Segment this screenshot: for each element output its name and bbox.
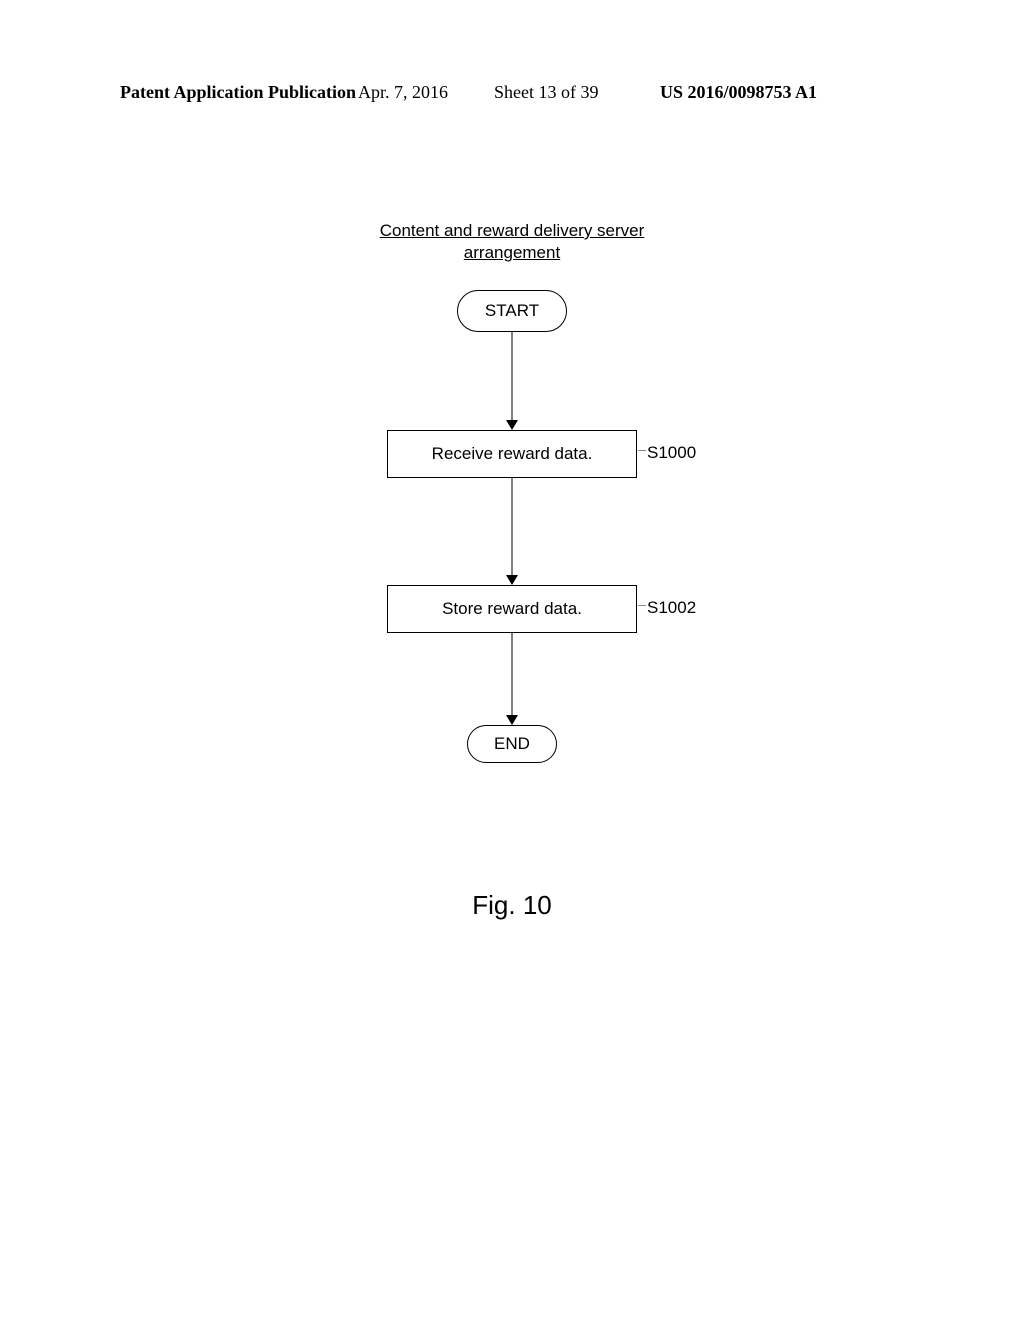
connector bbox=[512, 633, 513, 718]
connector bbox=[512, 478, 513, 578]
arrow-icon bbox=[506, 420, 518, 430]
connector bbox=[512, 332, 513, 422]
flowchart: START Receive reward data. S1000 Store r… bbox=[312, 275, 712, 835]
header-publication: Patent Application Publication bbox=[120, 82, 356, 103]
header-date: Apr. 7, 2016 bbox=[358, 82, 448, 103]
end-node: END bbox=[467, 725, 557, 763]
header-docnumber: US 2016/0098753 A1 bbox=[660, 82, 817, 103]
start-node: START bbox=[457, 290, 567, 332]
figure-caption: Fig. 10 bbox=[472, 890, 552, 921]
diagram-title-line1: Content and reward delivery server bbox=[380, 221, 645, 240]
arrow-icon bbox=[506, 715, 518, 725]
header-sheet: Sheet 13 of 39 bbox=[494, 82, 598, 103]
process-receive-reward: Receive reward data. bbox=[387, 430, 637, 478]
process-store-reward: Store reward data. bbox=[387, 585, 637, 633]
arrow-icon bbox=[506, 575, 518, 585]
label-leader bbox=[638, 450, 646, 451]
diagram-title-line2: arrangement bbox=[464, 243, 560, 262]
label-leader bbox=[638, 605, 646, 606]
step-label-s1002: S1002 bbox=[647, 598, 696, 618]
step-label-s1000: S1000 bbox=[647, 443, 696, 463]
diagram-title: Content and reward delivery server arran… bbox=[380, 220, 645, 264]
